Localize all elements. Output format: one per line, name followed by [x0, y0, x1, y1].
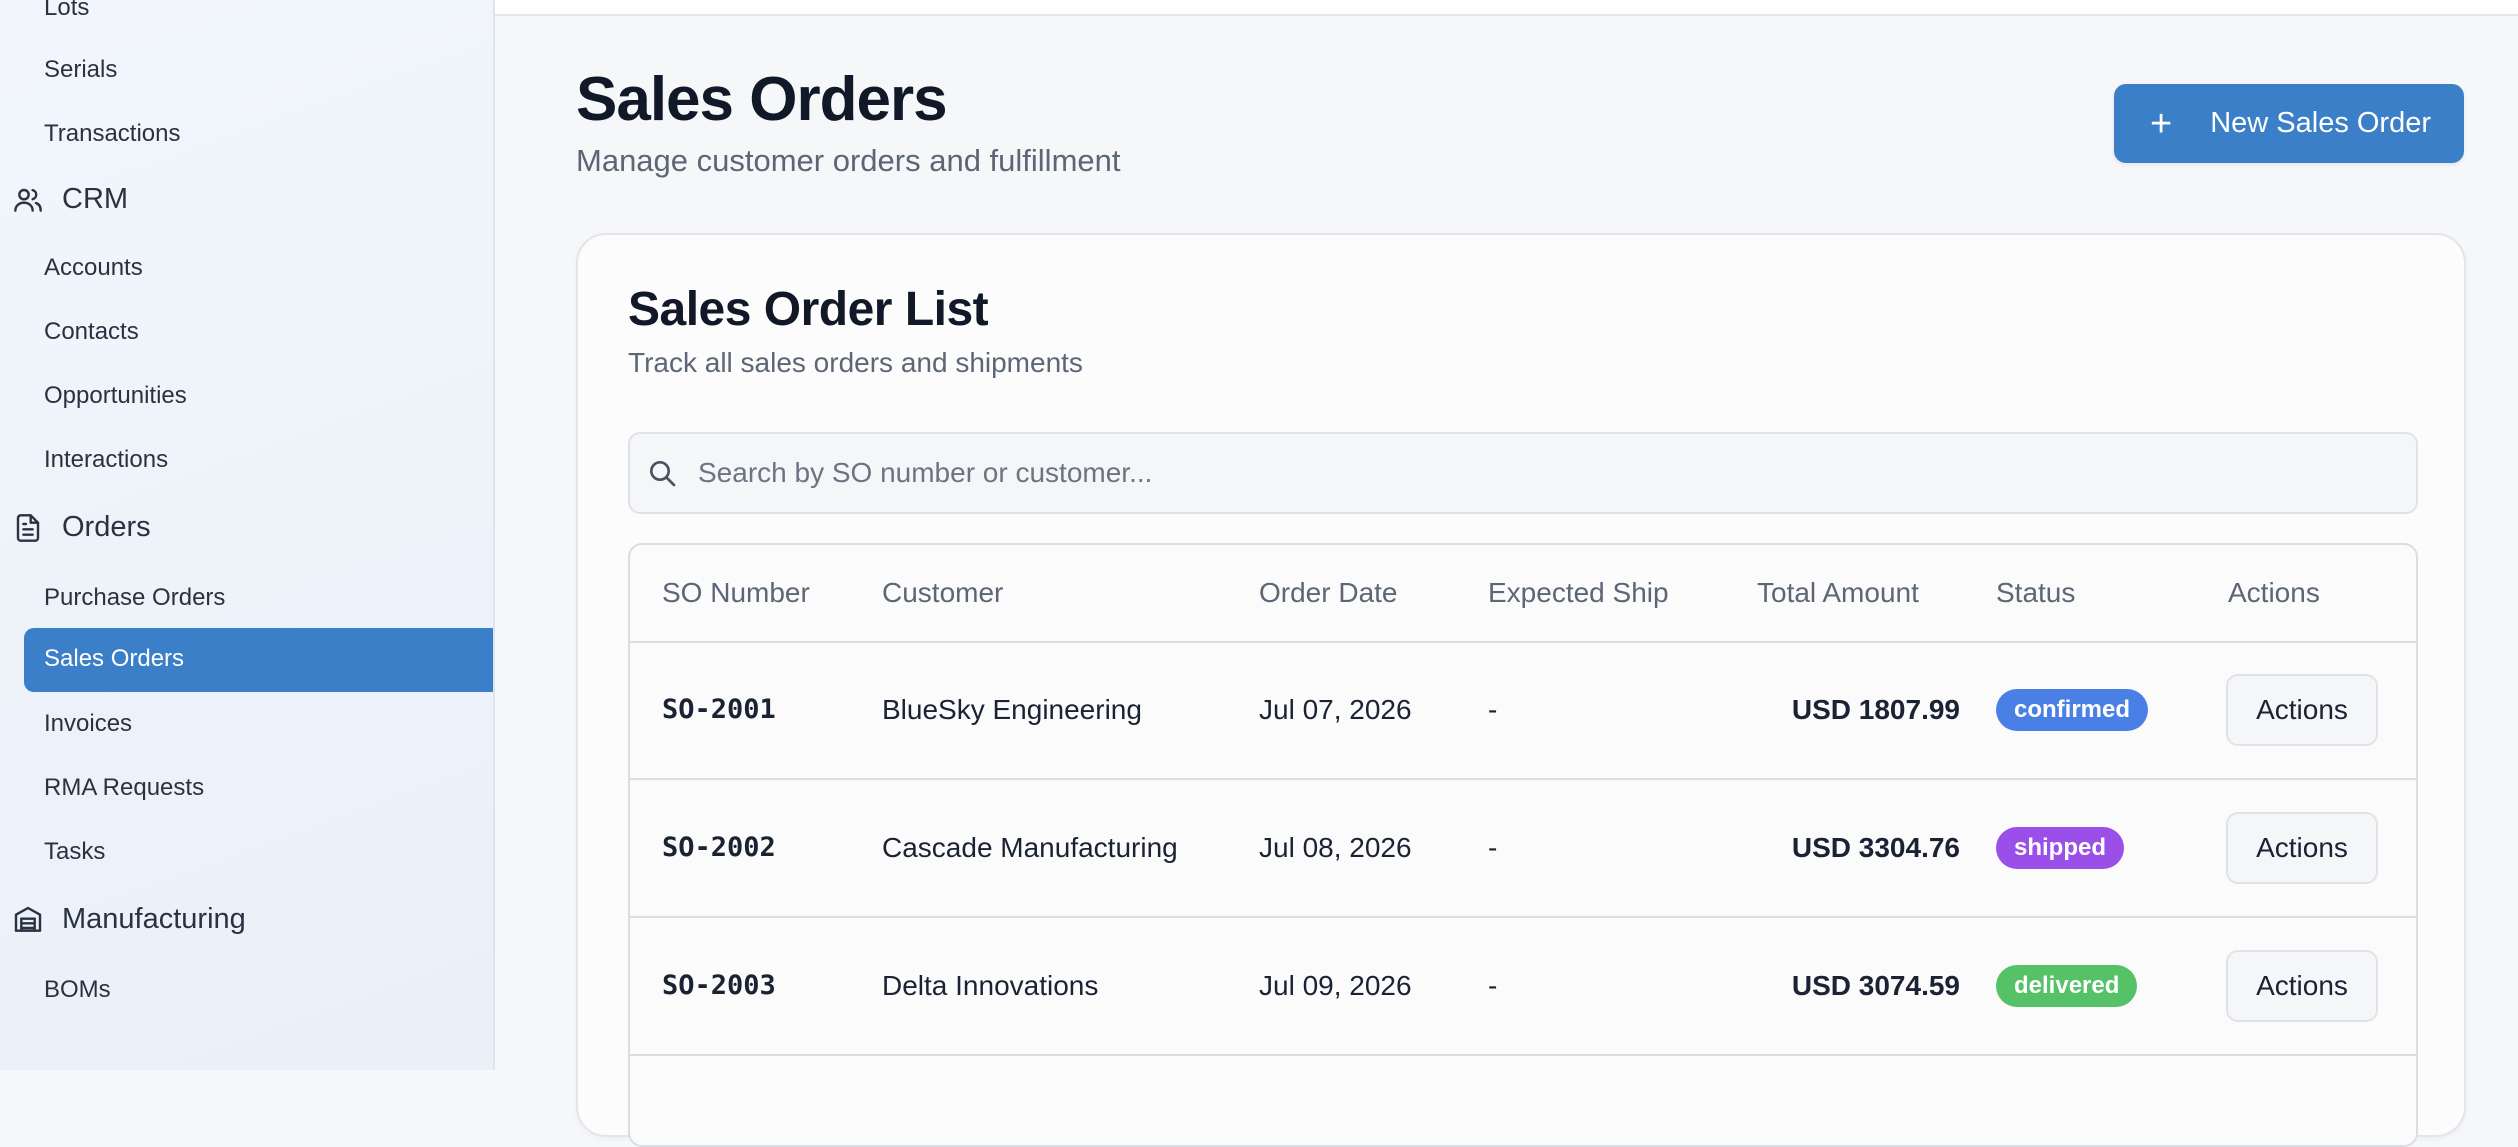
order-date: Jul 09, 2026	[1259, 970, 1412, 1001]
table-row[interactable]: SO-2002 Cascade Manufacturing Jul 08, 20…	[630, 780, 2416, 918]
sidebar-item-label: Invoices	[44, 710, 133, 737]
sidebar-item-label: Sales Orders	[44, 645, 185, 672]
sidebar-item-rma-requests[interactable]: RMA Requests	[44, 774, 204, 802]
table-row[interactable]: SO-2001 BlueSky Engineering Jul 07, 2026…	[630, 642, 2416, 780]
total-amount: USD 3074.59	[1791, 970, 1960, 1001]
sales-order-card: Sales Order List Track all sales orders …	[576, 233, 2466, 1147]
so-number: SO-2002	[662, 832, 776, 863]
sidebar-item-label: RMA Requests	[44, 774, 205, 801]
sidebar-item-serials[interactable]: Serials	[44, 56, 117, 84]
sidebar-item-lots[interactable]: Lots	[44, 0, 89, 22]
table-header: SO Number Customer Order Date Expected S…	[630, 545, 2416, 643]
search-icon	[650, 461, 676, 487]
expected-ship: -	[1488, 970, 1498, 1001]
factory-icon	[14, 906, 42, 932]
column-header-actions: Actions	[2228, 577, 2320, 608]
column-header-order-date[interactable]: Order Date	[1259, 577, 1398, 609]
sidebar-item-label: Transactions	[44, 120, 181, 147]
sidebar-item-invoices[interactable]: Invoices	[44, 710, 132, 738]
sidebar-item-contacts[interactable]: Contacts	[44, 318, 139, 346]
customer-name: Cascade Manufacturing	[882, 832, 1178, 863]
page-subtitle: Manage customer orders and fulfillment	[576, 143, 1121, 178]
sidebar-item-label: BOMs	[44, 976, 111, 1003]
sidebar-item-accounts[interactable]: Accounts	[44, 254, 143, 282]
sidebar-item-sales-orders[interactable]: Sales Orders	[24, 628, 493, 692]
sidebar-item-label: Serials	[44, 56, 118, 83]
column-header-so-number[interactable]: SO Number	[662, 577, 810, 609]
actions-button[interactable]: Actions	[2226, 812, 2378, 884]
column-header-total-amount[interactable]: Total Amount	[1757, 577, 1919, 609]
sidebar-item-boms[interactable]: BOMs	[44, 976, 111, 1004]
card-title: Sales Order List	[628, 283, 989, 336]
status-badge: shipped	[1996, 827, 2125, 869]
card-subtitle: Track all sales orders and shipments	[628, 347, 1083, 378]
order-date: Jul 07, 2026	[1259, 694, 1412, 725]
column-header-expected-ship[interactable]: Expected Ship	[1488, 577, 1669, 609]
sidebar-section-label: CRM	[62, 183, 129, 215]
search-box	[628, 432, 2418, 514]
sidebar-item-tasks[interactable]: Tasks	[44, 838, 105, 866]
customer-name: Delta Innovations	[882, 970, 1099, 1001]
sidebar-item-opportunities[interactable]: Opportunities	[44, 382, 187, 410]
actions-button[interactable]: Actions	[2226, 950, 2378, 1022]
expected-ship: -	[1488, 694, 1498, 725]
sidebar-section-manufacturing[interactable]: Manufacturing	[12, 903, 246, 936]
actions-button[interactable]: Actions	[2226, 674, 2378, 746]
sidebar-item-label: Purchase Orders	[44, 584, 226, 611]
sidebar-item-label: Lots	[44, 0, 90, 21]
so-number: SO-2003	[662, 970, 776, 1001]
sidebar-item-transactions[interactable]: Transactions	[44, 120, 181, 148]
sidebar-item-label: Accounts	[44, 254, 143, 281]
sidebar-item-purchase-orders[interactable]: Purchase Orders	[44, 584, 225, 612]
sidebar-item-label: Opportunities	[44, 382, 187, 409]
sidebar-section-crm[interactable]: CRM	[12, 183, 128, 216]
order-date: Jul 08, 2026	[1259, 832, 1412, 863]
sidebar-item-label: Tasks	[44, 838, 106, 865]
column-header-customer[interactable]: Customer	[882, 577, 1003, 609]
users-icon	[14, 188, 42, 212]
total-amount: USD 1807.99	[1791, 694, 1960, 725]
total-amount: USD 3304.76	[1791, 832, 1960, 863]
sidebar-section-label: Orders	[62, 511, 151, 543]
plus-icon: +	[2150, 102, 2173, 145]
status-badge: delivered	[1996, 965, 2138, 1007]
sidebar-item-label: Contacts	[44, 318, 139, 345]
column-header-status[interactable]: Status	[1996, 577, 2075, 609]
sales-order-table: SO Number Customer Order Date Expected S…	[628, 543, 2418, 1147]
sidebar-item-interactions[interactable]: Interactions	[44, 446, 168, 474]
customer-name: BlueSky Engineering	[882, 694, 1142, 725]
table-row[interactable]: SO-2003 Delta Innovations Jul 09, 2026 -…	[630, 918, 2416, 1056]
so-number: SO-2001	[662, 694, 776, 725]
sidebar-section-label: Manufacturing	[62, 903, 246, 935]
page-title: Sales Orders	[576, 65, 948, 134]
top-bar	[495, 0, 2518, 16]
sidebar-section-orders[interactable]: Orders	[12, 511, 151, 544]
sidebar-item-label: Interactions	[44, 446, 169, 473]
new-sales-order-button[interactable]: + New Sales Order	[2114, 84, 2464, 163]
search-input[interactable]	[696, 456, 2300, 490]
status-badge: confirmed	[1996, 689, 2149, 731]
document-icon	[16, 513, 40, 542]
sidebar: Lots Serials Transactions CRM Accounts C…	[0, 0, 495, 1070]
new-sales-order-label: New Sales Order	[2210, 107, 2432, 139]
expected-ship: -	[1488, 832, 1498, 863]
